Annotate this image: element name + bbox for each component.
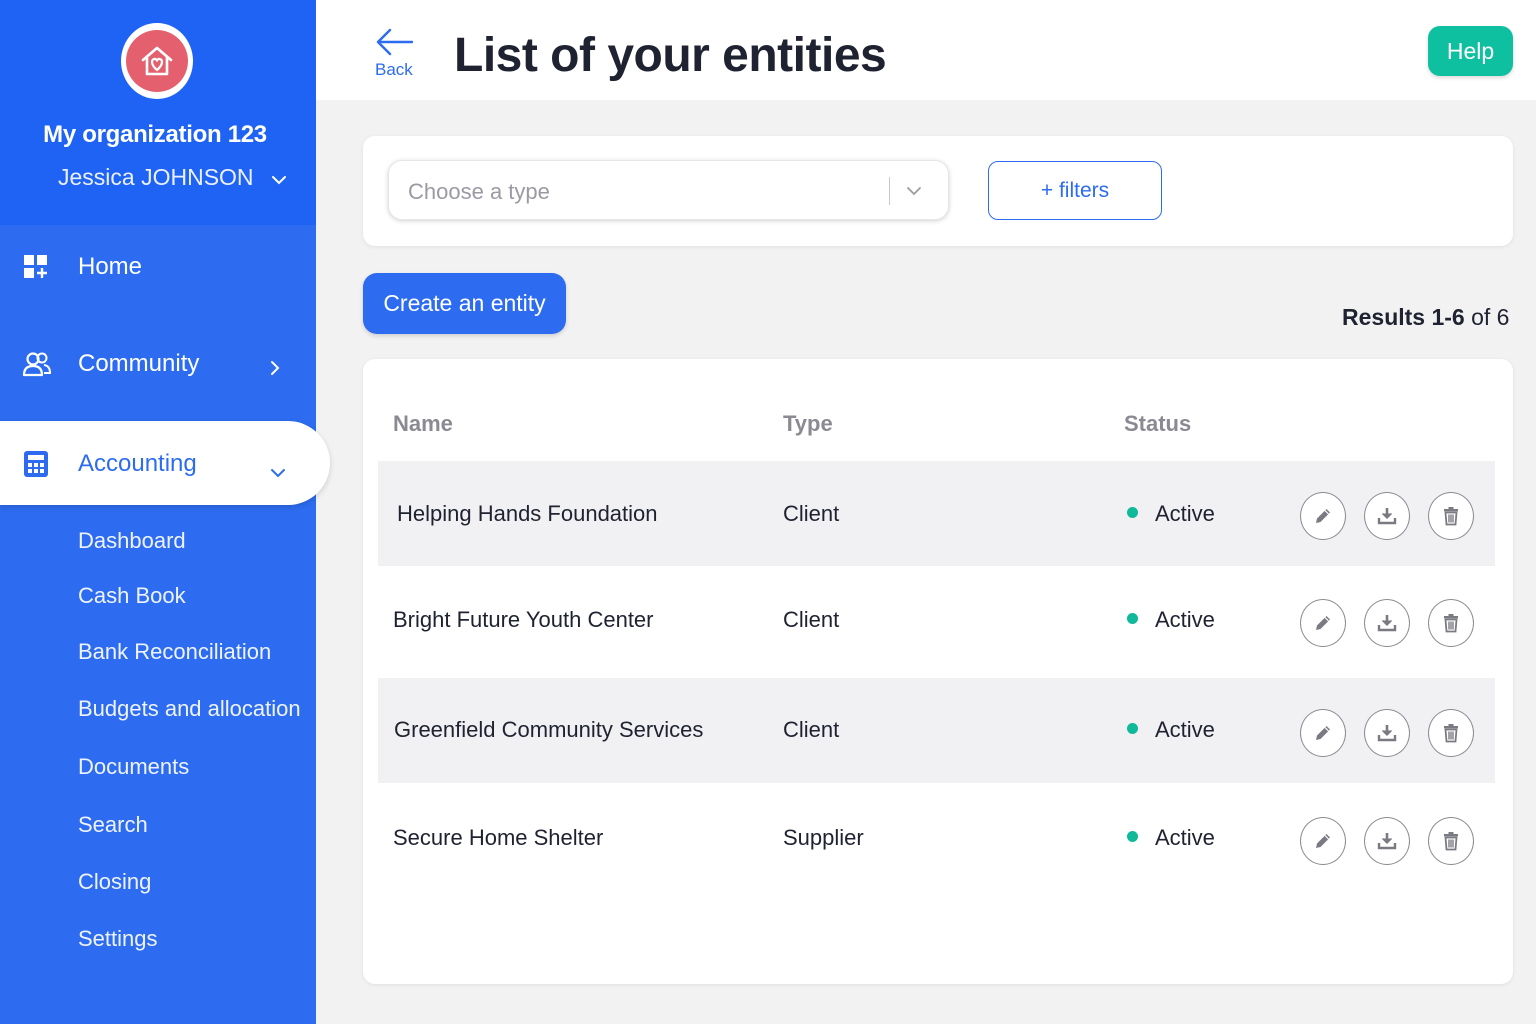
sidebar-item-label: Community: [78, 350, 200, 377]
sidebar-subitem-documents[interactable]: Documents: [78, 754, 189, 780]
sidebar-item-label: Accounting: [78, 450, 197, 477]
edit-button[interactable]: [1300, 709, 1346, 757]
download-button[interactable]: [1364, 817, 1410, 865]
trash-icon: [1440, 505, 1462, 527]
edit-button[interactable]: [1300, 492, 1346, 540]
entity-status: Active: [1155, 501, 1215, 526]
chevron-down-icon: [906, 183, 922, 201]
entity-name: Secure Home Shelter: [393, 825, 604, 850]
type-select-placeholder: Choose a type: [408, 179, 550, 204]
trash-icon: [1440, 830, 1462, 852]
help-button[interactable]: Help: [1428, 26, 1513, 76]
download-icon: [1376, 505, 1398, 527]
trash-button[interactable]: [1428, 492, 1474, 540]
sidebar-subitem-closing[interactable]: Closing: [78, 869, 151, 895]
org-name: My organization 123: [43, 121, 267, 148]
trash-icon: [1440, 722, 1462, 744]
pencil-icon: [1312, 612, 1334, 634]
type-select[interactable]: Choose a type: [388, 160, 949, 220]
trash-icon: [1440, 612, 1462, 634]
sidebar-item-community[interactable]: Community: [0, 334, 316, 394]
entity-status: Active: [1155, 717, 1215, 742]
download-icon: [1376, 612, 1398, 634]
results-count: Results 1-6 of 6: [1342, 304, 1509, 331]
house-heart-icon: [126, 30, 188, 92]
column-header-type[interactable]: Type: [783, 411, 833, 437]
sidebar-item-home[interactable]: Home: [0, 237, 316, 297]
download-icon: [1376, 722, 1398, 744]
entity-type: Client: [783, 717, 840, 742]
chevron-down-icon: [271, 172, 287, 190]
edit-button[interactable]: [1300, 599, 1346, 647]
column-header-status[interactable]: Status: [1124, 411, 1191, 437]
org-logo[interactable]: [121, 23, 193, 99]
entity-type: Client: [783, 607, 840, 632]
sidebar-subitem-dashboard[interactable]: Dashboard: [78, 528, 186, 554]
back-button[interactable]: Back: [372, 28, 416, 84]
sidebar-subitem-cash-book[interactable]: Cash Book: [78, 583, 186, 609]
filters-button[interactable]: + filters: [988, 161, 1162, 220]
trash-button[interactable]: [1428, 817, 1474, 865]
entity-type: Supplier: [783, 825, 864, 850]
entity-name: Helping Hands Foundation: [397, 501, 658, 526]
page-title: List of your entities: [454, 29, 887, 82]
sidebar-subitem-budgets[interactable]: Budgets and allocation: [78, 696, 301, 722]
sidebar-subitem-search[interactable]: Search: [78, 812, 148, 838]
download-button[interactable]: [1364, 492, 1410, 540]
user-name: Jessica JOHNSON: [58, 164, 254, 190]
status-dot: [1127, 831, 1138, 842]
entity-status: Active: [1155, 825, 1215, 850]
entity-name: Bright Future Youth Center: [393, 607, 654, 632]
results-total: of 6: [1464, 304, 1510, 330]
calculator-icon: [22, 449, 50, 477]
sidebar: My organization 123 Jessica JOHNSON Home: [0, 0, 330, 1024]
entities-table: [363, 359, 1513, 984]
entity-status: Active: [1155, 607, 1215, 632]
column-header-name[interactable]: Name: [393, 411, 453, 437]
entity-type: Client: [783, 501, 840, 526]
download-button[interactable]: [1364, 599, 1410, 647]
back-label: Back: [375, 60, 413, 79]
status-dot: [1127, 723, 1138, 734]
trash-button[interactable]: [1428, 599, 1474, 647]
chevron-right-icon: [270, 355, 280, 383]
download-button[interactable]: [1364, 709, 1410, 757]
create-entity-button[interactable]: Create an entity: [363, 273, 566, 334]
dashboard-grid-icon: [22, 253, 50, 281]
pencil-icon: [1312, 830, 1334, 852]
sidebar-subitem-settings[interactable]: Settings: [78, 926, 158, 952]
download-icon: [1376, 830, 1398, 852]
status-dot: [1127, 613, 1138, 624]
users-icon: [22, 350, 52, 378]
pencil-icon: [1312, 722, 1334, 744]
chevron-down-icon: [270, 457, 286, 485]
sidebar-item-accounting[interactable]: Accounting: [0, 421, 330, 505]
trash-button[interactable]: [1428, 709, 1474, 757]
results-range: Results 1-6: [1342, 304, 1465, 330]
pencil-icon: [1312, 505, 1334, 527]
edit-button[interactable]: [1300, 817, 1346, 865]
status-dot: [1127, 507, 1138, 518]
entity-name: Greenfield Community Services: [394, 717, 704, 742]
select-separator: [889, 177, 890, 205]
arrow-left-icon: [374, 28, 414, 61]
user-menu[interactable]: Jessica JOHNSON: [58, 164, 286, 191]
sidebar-item-label: Home: [78, 253, 143, 280]
sidebar-subitem-bank-reconciliation[interactable]: Bank Reconciliation: [78, 639, 271, 665]
